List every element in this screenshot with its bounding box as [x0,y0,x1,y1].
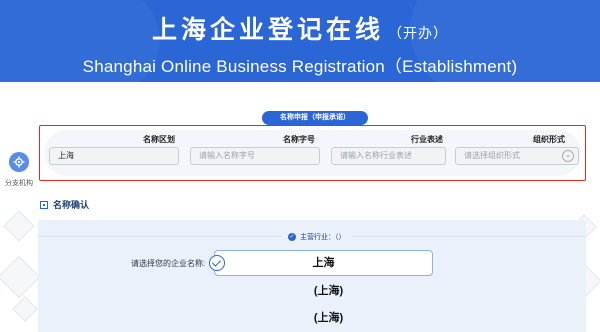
industry-input[interactable]: 请输入名称行业表述 [331,147,446,165]
name-option[interactable]: (上海) [214,309,443,325]
page-title-main: 上海企业登记在线 [151,16,384,44]
side-nav-branch[interactable]: 分支机构 [4,152,34,188]
main-industry: ✓ 主营行业：（） [282,231,352,243]
page-title: 上海企业登记在线 （开办） [0,10,600,46]
field-label-org-form: 组织形式 [533,135,565,144]
select-name-label: 请选择您的企业名称: [131,259,206,268]
gear-icon [9,152,29,172]
name-confirm-panel: ✓ 主营行业：（） 请选择您的企业名称: 上海 (上海) (上海) [38,220,586,332]
name-application-tag: 名称申报（申报承诺） [262,111,368,125]
main-industry-label: 主营行业：（） [300,234,346,241]
field-label-industry: 行业表述 [411,135,443,144]
page-subtitle: Shanghai Online Business Registration（Es… [82,57,518,76]
background-decoration [3,210,35,242]
name-option-selected[interactable]: 上海 [209,250,433,276]
field-label-region: 名称区划 [143,135,175,144]
info-icon: ✓ [288,233,296,241]
name-confirm-heading: 名称确认 [40,198,89,211]
org-form-select[interactable]: 请选择组织形式 ⌄ [455,147,579,165]
name-option[interactable]: (上海) [214,282,443,298]
trade-name-input[interactable]: 请输入名称字号 [190,147,320,165]
region-input[interactable]: 上海 [49,147,179,165]
header-banner: 上海企业登记在线 （开办） Shanghai Online Business Re… [0,0,600,82]
name-option-text: 上海 [312,257,335,269]
name-application-form: 名称区划 上海 名称字号 请输入名称字号 行业表述 请输入名称行业表述 组织形式… [39,125,586,181]
side-nav-label: 分支机构 [5,180,33,187]
field-label-trade-name: 名称字号 [283,135,315,144]
background-decoration [12,296,38,322]
chevron-down-icon: ⌄ [562,150,574,162]
name-confirm-title: 名称确认 [53,200,90,210]
page-title-suffix: （开办） [388,25,448,41]
check-circle-icon [209,255,225,271]
background-decoration [0,255,41,299]
org-form-select-value: 请选择组织形式 [464,151,520,160]
section-marker-icon [40,200,48,209]
